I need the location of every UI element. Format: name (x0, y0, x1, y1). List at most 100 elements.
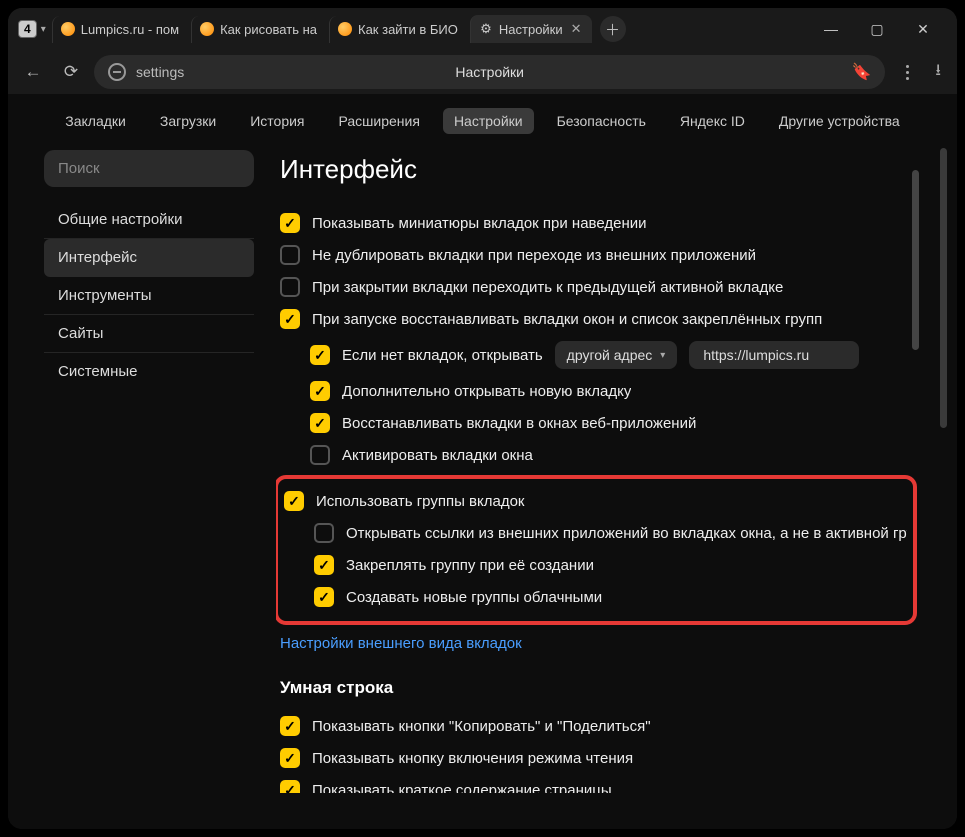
top-nav: Закладки Загрузки История Расширения Нас… (8, 94, 957, 150)
topnav-history[interactable]: История (239, 108, 315, 134)
highlighted-group: Использовать группы вкладок Открывать сс… (276, 475, 917, 625)
topnav-devices[interactable]: Другие устройства (768, 108, 911, 134)
body: Поиск Общие настройки Интерфейс Инструме… (8, 150, 957, 829)
checkbox[interactable] (310, 445, 330, 465)
setting-row: Использовать группы вкладок (284, 485, 907, 517)
downloads-button[interactable]: ⭳ (929, 59, 947, 86)
checkbox[interactable] (314, 555, 334, 575)
checkbox[interactable] (280, 213, 300, 233)
gear-icon: ⚙ (479, 22, 493, 36)
new-tab-button[interactable]: ＋ (600, 16, 626, 42)
tab-count[interactable]: 4 ▾ (14, 18, 50, 40)
setting-label: Если нет вкладок, открывать (342, 347, 543, 364)
setting-row: Дополнительно открывать новую вкладку (280, 375, 917, 407)
setting-label: Показывать краткое содержание страницы (312, 782, 612, 794)
close-button[interactable]: ✕ (909, 21, 937, 38)
chevron-down-icon: ▾ (660, 350, 665, 361)
sidebar: Поиск Общие настройки Интерфейс Инструме… (44, 150, 254, 793)
sidebar-item-system[interactable]: Системные (44, 353, 254, 390)
topnav-settings[interactable]: Настройки (443, 108, 534, 134)
setting-label: Активировать вкладки окна (342, 447, 533, 464)
startup-dropdown[interactable]: другой адрес ▾ (555, 341, 678, 369)
checkbox[interactable] (310, 345, 330, 365)
setting-label: Использовать группы вкладок (316, 493, 525, 510)
sidebar-item-tools[interactable]: Инструменты (44, 277, 254, 315)
window-scrollbar[interactable] (940, 148, 947, 788)
checkbox[interactable] (280, 277, 300, 297)
setting-row: При закрытии вкладки переходить к предыд… (280, 271, 917, 303)
checkbox[interactable] (280, 716, 300, 736)
setting-row: Показывать кнопки "Копировать" и "Подели… (280, 710, 917, 742)
setting-row: Активировать вкладки окна (280, 439, 917, 471)
close-icon[interactable]: ✕ (571, 21, 582, 37)
bookmark-icon[interactable]: 🔖 (851, 62, 871, 82)
checkbox[interactable] (280, 780, 300, 793)
tab-label: Настройки (499, 22, 563, 37)
checkbox[interactable] (280, 748, 300, 768)
tab-label: Как рисовать на (220, 22, 317, 37)
setting-row: Не дублировать вкладки при переходе из в… (280, 239, 917, 271)
setting-label: Показывать кнопку включения режима чтени… (312, 750, 633, 767)
menu-button[interactable] (893, 65, 921, 80)
tab-count-value: 4 (18, 20, 37, 38)
topnav-extensions[interactable]: Расширения (328, 108, 431, 134)
setting-label: Закреплять группу при её создании (346, 557, 594, 574)
setting-label: Создавать новые группы облачными (346, 589, 602, 606)
scrollbar[interactable] (912, 150, 919, 793)
setting-row: Показывать краткое содержание страницы (280, 774, 917, 793)
setting-row: Показывать миниатюры вкладок при наведен… (280, 207, 917, 239)
startup-url-input[interactable]: https://lumpics.ru (689, 341, 859, 369)
scrollbar-thumb[interactable] (940, 148, 947, 428)
setting-label: Не дублировать вкладки при переходе из в… (312, 247, 756, 264)
checkbox[interactable] (310, 413, 330, 433)
content: Закладки Загрузки История Расширения Нас… (8, 94, 957, 829)
checkbox[interactable] (284, 491, 304, 511)
checkbox[interactable] (310, 381, 330, 401)
back-button[interactable]: ← (18, 57, 48, 87)
address-bar[interactable]: settings Настройки 🔖 (94, 55, 885, 89)
site-icon (108, 63, 126, 81)
reload-button[interactable]: ⟳ (56, 57, 86, 87)
checkbox[interactable] (280, 309, 300, 329)
setting-label: Показывать миниатюры вкладок при наведен… (312, 215, 647, 232)
titlebar: 4 ▾ Lumpics.ru - пом Как рисовать на Как… (8, 8, 957, 50)
favicon-icon (61, 22, 75, 36)
sidebar-item-interface[interactable]: Интерфейс (44, 239, 254, 277)
tab-draw[interactable]: Как рисовать на (191, 16, 327, 43)
checkbox[interactable] (314, 587, 334, 607)
maximize-button[interactable]: ▢ (863, 21, 891, 38)
subsection-title: Умная строка (280, 678, 917, 698)
topnav-downloads[interactable]: Загрузки (149, 108, 227, 134)
tab-label: Lumpics.ru - пом (81, 22, 179, 37)
tabs-appearance-link[interactable]: Настройки внешнего вида вкладок (280, 635, 917, 652)
setting-label: Показывать кнопки "Копировать" и "Подели… (312, 718, 651, 735)
page-title: Настройки (455, 64, 524, 80)
section-title: Интерфейс (280, 150, 917, 185)
sidebar-item-sites[interactable]: Сайты (44, 315, 254, 353)
minimize-button[interactable]: — (817, 21, 845, 38)
chevron-down-icon: ▾ (41, 24, 46, 35)
topnav-yandexid[interactable]: Яндекс ID (669, 108, 756, 134)
setting-label: Открывать ссылки из внешних приложений в… (346, 525, 907, 542)
setting-row: Если нет вкладок, открывать другой адрес… (280, 335, 917, 375)
tab-settings[interactable]: ⚙ Настройки ✕ (470, 15, 592, 43)
scrollbar-thumb[interactable] (912, 170, 919, 350)
setting-row: Восстанавливать вкладки в окнах веб-прил… (280, 407, 917, 439)
navbar: ← ⟳ settings Настройки 🔖 ⭳ (8, 50, 957, 94)
setting-label: При закрытии вкладки переходить к предыд… (312, 279, 783, 296)
dropdown-value: другой адрес (567, 347, 653, 363)
sidebar-item-general[interactable]: Общие настройки (44, 201, 254, 239)
setting-row: Показывать кнопку включения режима чтени… (280, 742, 917, 774)
tab-lumpics[interactable]: Lumpics.ru - пом (52, 16, 189, 43)
checkbox[interactable] (280, 245, 300, 265)
checkbox[interactable] (314, 523, 334, 543)
main-panel: Интерфейс Показывать миниатюры вкладок п… (276, 150, 921, 793)
tab-bios[interactable]: Как зайти в БИО (329, 16, 468, 43)
setting-label: Дополнительно открывать новую вкладку (342, 383, 631, 400)
topnav-bookmarks[interactable]: Закладки (54, 108, 137, 134)
setting-label: Восстанавливать вкладки в окнах веб-прил… (342, 415, 696, 432)
url-text: settings (136, 64, 184, 80)
search-input[interactable]: Поиск (44, 150, 254, 187)
topnav-security[interactable]: Безопасность (546, 108, 657, 134)
favicon-icon (338, 22, 352, 36)
